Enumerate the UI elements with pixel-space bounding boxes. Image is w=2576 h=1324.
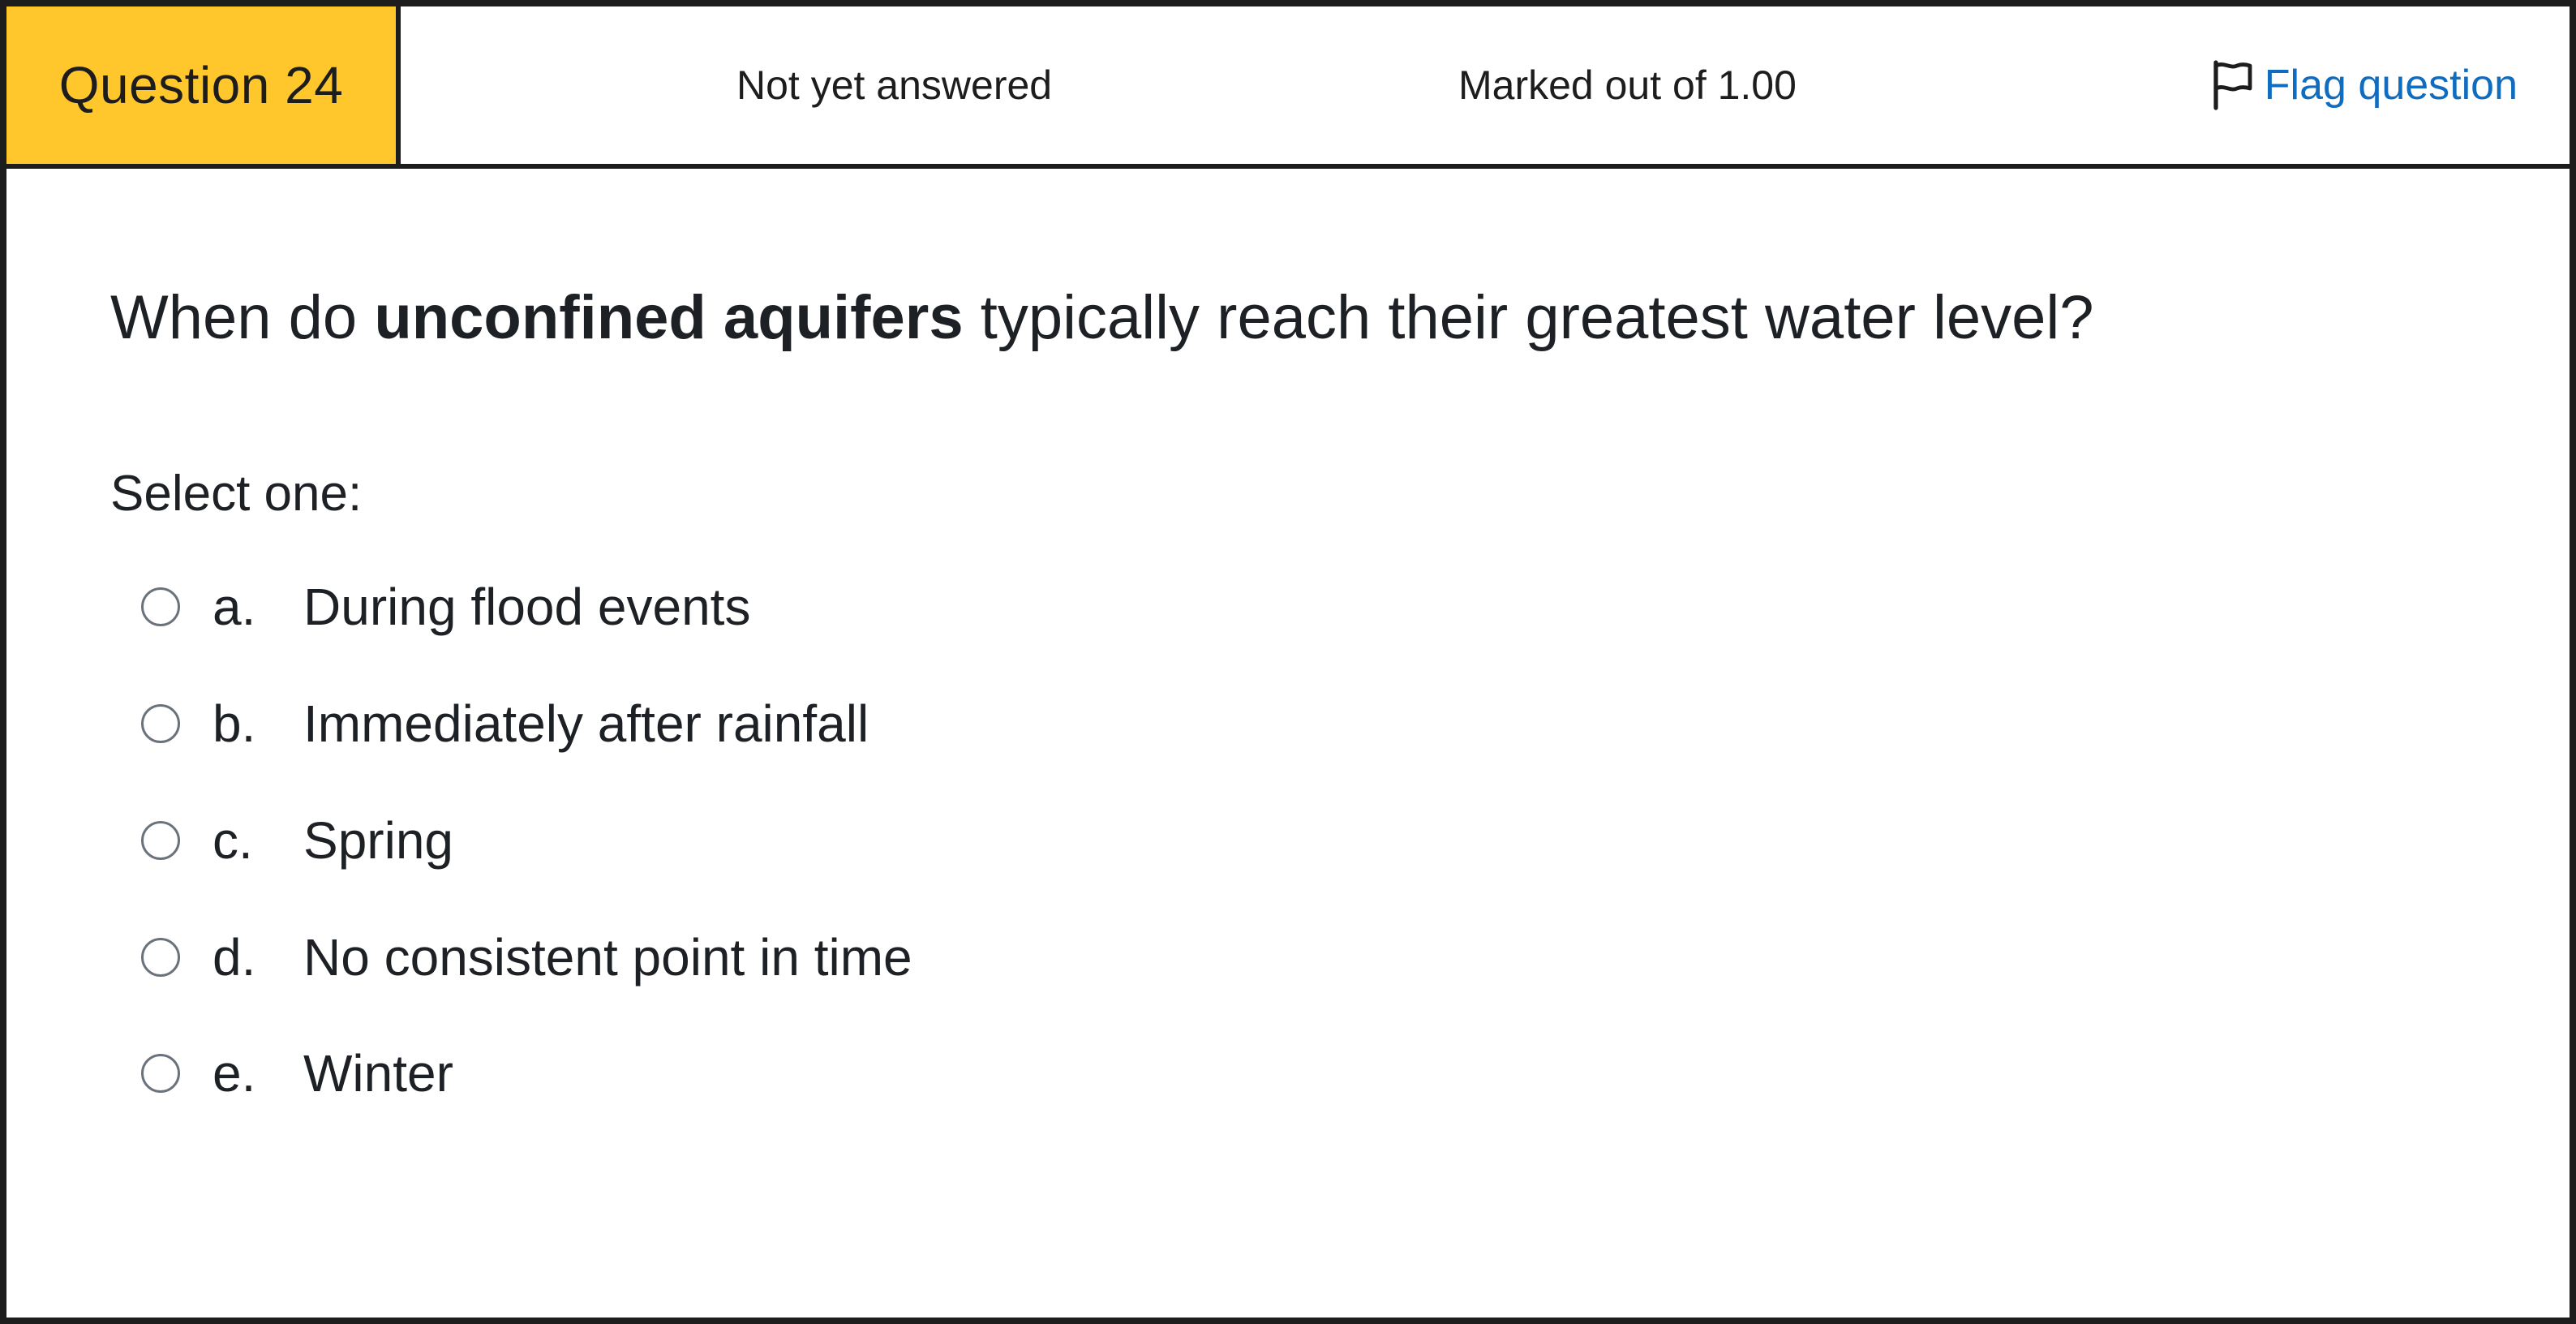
option-d[interactable]: d. No consistent point in time [141, 917, 912, 998]
flag-icon [2213, 60, 2252, 110]
option-label: During flood events [303, 578, 751, 636]
option-label: Immediately after rainfall [303, 694, 869, 753]
flag-question-link[interactable]: Flag question [2209, 6, 2518, 164]
radio-button[interactable] [141, 587, 180, 626]
radio-button[interactable] [141, 938, 180, 977]
question-number-badge: Question 24 [6, 6, 401, 164]
flag-question-label: Flag question [2264, 62, 2518, 109]
question-text-start: When do [110, 283, 375, 352]
question-info-header: Question 24 Not yet answered Marked out … [6, 6, 2570, 169]
question-text: When do unconfined aquifers typically re… [110, 282, 2094, 353]
radio-button[interactable] [141, 704, 180, 743]
question-text-emphasis: unconfined aquifers [374, 283, 964, 352]
option-letter: b. [213, 694, 256, 753]
option-e[interactable]: e. Winter [141, 1033, 453, 1114]
question-card: Question 24 Not yet answered Marked out … [0, 0, 2576, 1324]
option-letter: e. [213, 1044, 256, 1103]
option-letter: d. [213, 928, 256, 987]
question-number: Question 24 [58, 56, 344, 114]
option-label: Spring [303, 811, 453, 870]
option-b[interactable]: b. Immediately after rainfall [141, 683, 869, 764]
option-letter: c. [213, 811, 253, 870]
grade-info: Marked out of 1.00 [1458, 62, 1797, 108]
option-label: Winter [303, 1044, 453, 1103]
question-text-end: typically reach their greatest water lev… [963, 283, 2094, 352]
radio-button[interactable] [141, 821, 180, 860]
option-a[interactable]: a. During flood events [141, 566, 750, 647]
select-prompt: Select one: [110, 466, 363, 522]
answer-state: Not yet answered [736, 62, 1053, 108]
option-label: No consistent point in time [303, 928, 912, 987]
option-c[interactable]: c. Spring [141, 800, 453, 881]
radio-button[interactable] [141, 1054, 180, 1093]
option-letter: a. [213, 578, 256, 636]
